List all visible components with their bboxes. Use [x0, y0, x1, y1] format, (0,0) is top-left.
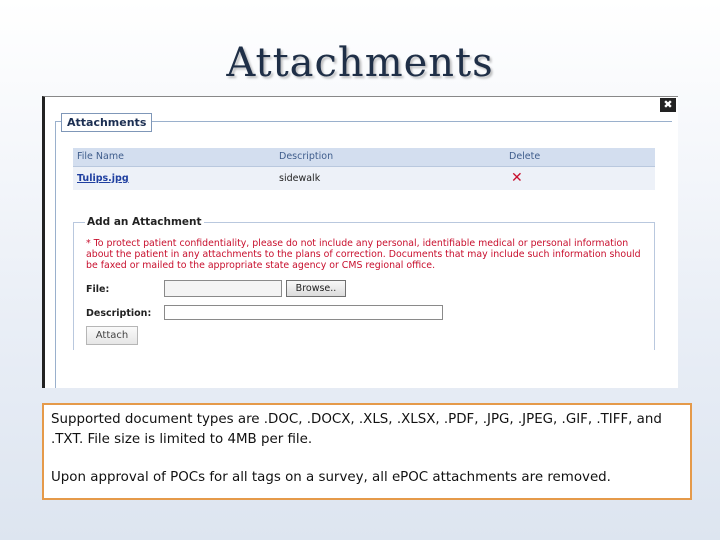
header-file-name: File Name	[73, 148, 275, 167]
attachments-dialog: ✖ Attachments File Name Description Dele…	[42, 96, 678, 388]
file-name-cell: Tulips.jpg	[73, 166, 275, 190]
note-removal: Upon approval of POCs for all tags on a …	[51, 470, 611, 485]
close-icon[interactable]: ✖	[660, 98, 676, 112]
note-supported-types: Supported document types are .DOC, .DOCX…	[51, 412, 662, 447]
header-delete: Delete	[505, 148, 655, 167]
browse-button[interactable]: Browse..	[286, 280, 346, 297]
delete-x-icon[interactable]: ✕	[509, 170, 523, 186]
slide-title: Attachments	[226, 40, 494, 86]
header-description: Description	[275, 148, 505, 167]
confidentiality-warning: * To protect patient confidentiality, pl…	[86, 238, 641, 271]
file-path-input[interactable]	[164, 280, 282, 297]
description-label: Description:	[86, 308, 152, 319]
description-input[interactable]	[164, 305, 443, 320]
table-row: Tulips.jpg sidewalk ✕	[73, 166, 655, 190]
note-box: Supported document types are .DOC, .DOCX…	[42, 403, 692, 500]
add-attachment-heading: Add an Attachment	[85, 216, 204, 228]
file-link[interactable]: Tulips.jpg	[77, 173, 129, 184]
table-header-row: File Name Description Delete	[73, 148, 655, 167]
delete-cell: ✕	[505, 166, 655, 190]
attach-button[interactable]: Attach	[86, 326, 138, 345]
description-cell: sidewalk	[275, 166, 505, 190]
panel-title: Attachments	[61, 113, 153, 132]
file-label: File:	[86, 284, 110, 295]
attachments-table: File Name Description Delete Tulips.jpg …	[73, 148, 655, 190]
